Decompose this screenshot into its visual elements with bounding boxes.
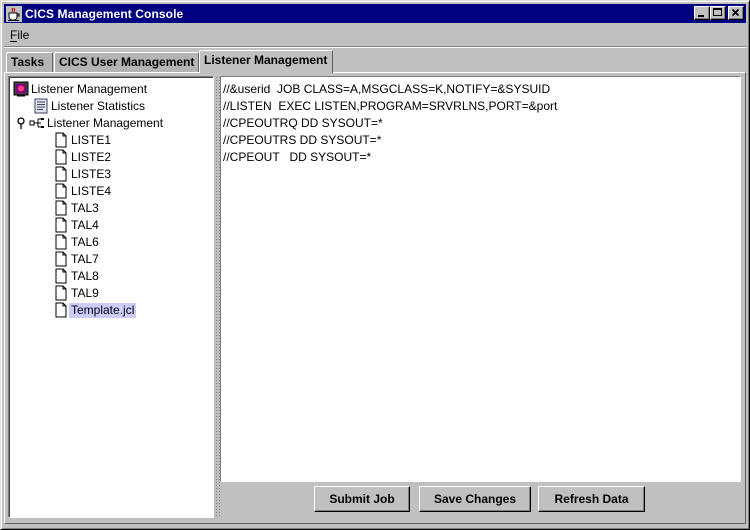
file-icon	[53, 132, 69, 148]
code-line: //CPEOUT DD SYSOUT=*	[223, 150, 372, 164]
file-icon	[53, 183, 69, 199]
submit-job-button[interactable]: Submit Job	[314, 486, 410, 512]
tree-file-item[interactable]: TAL9	[53, 285, 101, 301]
tree-file-item[interactable]: TAL8	[53, 268, 101, 284]
tree-file-item[interactable]: TAL7	[53, 251, 101, 267]
tree-file-label: TAL8	[71, 268, 99, 283]
tree-root[interactable]: Listener Management	[13, 81, 149, 97]
close-button[interactable]	[728, 6, 744, 20]
code-line: //CPEOUTRQ DD SYSOUT=*	[223, 116, 383, 130]
file-icon	[53, 302, 69, 318]
console-icon	[13, 81, 29, 97]
tree-item-label: Listener Statistics	[51, 98, 146, 113]
menu-separator	[4, 46, 746, 48]
file-icon	[53, 268, 69, 284]
statistics-icon	[33, 98, 49, 114]
file-icon	[53, 166, 69, 182]
jcl-editor[interactable]: //&userid JOB CLASS=A,MSGCLASS=K,NOTIFY=…	[220, 76, 741, 482]
main-window: CICS Management Console File Tasks CICS …	[0, 0, 750, 530]
window-controls	[694, 6, 744, 20]
minimize-button[interactable]	[694, 6, 710, 20]
network-icon	[29, 115, 45, 131]
file-icon	[53, 149, 69, 165]
tree-file-label: LISTE4	[71, 183, 112, 198]
minimize-icon	[698, 15, 704, 17]
file-icon	[53, 285, 69, 301]
tree-file-item[interactable]: LISTE2	[53, 149, 113, 165]
code-line: //&userid JOB CLASS=A,MSGCLASS=K,NOTIFY=…	[223, 82, 551, 96]
maximize-icon	[713, 8, 722, 16]
tree-file-label: LISTE3	[71, 166, 112, 181]
file-icon	[53, 251, 69, 267]
tree-root-label: Listener Management	[31, 81, 148, 96]
tree-file-item[interactable]: Template.jcl	[53, 302, 137, 318]
tree-file-item[interactable]: LISTE1	[53, 132, 113, 148]
file-icon	[53, 234, 69, 250]
expand-handle-icon[interactable]	[15, 115, 27, 131]
menu-bar: File	[4, 25, 746, 45]
file-icon	[53, 217, 69, 233]
listener-tree[interactable]: Listener Management Listener Statistics	[8, 76, 214, 518]
tab-cics-user-management[interactable]: CICS User Management	[54, 52, 199, 72]
title-bar[interactable]: CICS Management Console	[4, 4, 746, 23]
menu-file[interactable]: File	[10, 28, 29, 42]
tree-item-listener-statistics[interactable]: Listener Statistics	[33, 98, 147, 114]
tree-file-label: TAL3	[71, 200, 99, 215]
refresh-data-button[interactable]: Refresh Data	[538, 486, 645, 512]
tree-file-label: LISTE2	[71, 149, 112, 164]
code-line: //LISTEN EXEC LISTEN,PROGRAM=SRVRLNS,POR…	[223, 99, 558, 113]
tab-tasks[interactable]: Tasks	[6, 52, 53, 72]
tab-listener-management[interactable]: Listener Management	[199, 50, 333, 73]
tree-file-item[interactable]: TAL6	[53, 234, 101, 250]
tree-file-label: TAL7	[71, 251, 99, 266]
tree-file-label: LISTE1	[71, 132, 112, 147]
close-icon	[731, 8, 740, 17]
tree-file-label: TAL6	[71, 234, 99, 249]
java-cup-icon	[6, 5, 22, 22]
maximize-button[interactable]	[710, 6, 726, 20]
file-icon	[53, 200, 69, 216]
tree-file-item[interactable]: TAL4	[53, 217, 101, 233]
tree-file-label: Template.jcl	[69, 302, 137, 318]
tree-file-label: TAL9	[71, 285, 99, 300]
save-changes-button[interactable]: Save Changes	[419, 486, 531, 512]
code-line: //CPEOUTRS DD SYSOUT=*	[223, 133, 382, 147]
tree-item-listener-management[interactable]: Listener Management	[15, 115, 165, 131]
tree-file-item[interactable]: LISTE4	[53, 183, 113, 199]
menu-file-mnemonic	[10, 41, 17, 42]
tree-file-item[interactable]: TAL3	[53, 200, 101, 216]
tree-file-label: TAL4	[71, 217, 99, 232]
window-title: CICS Management Console	[25, 6, 184, 21]
tree-file-item[interactable]: LISTE3	[53, 166, 113, 182]
tree-item-label: Listener Management	[47, 115, 164, 130]
